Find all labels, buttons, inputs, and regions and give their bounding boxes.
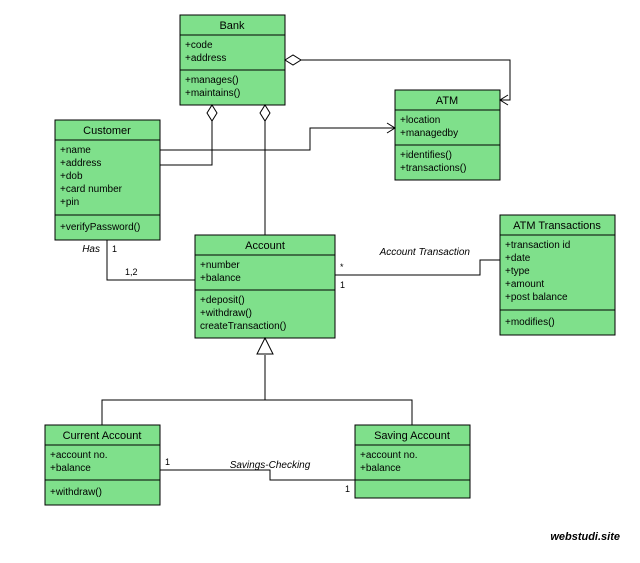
svg-text:Savings-Checking: Savings-Checking (230, 460, 311, 471)
svg-text:+post balance: +post balance (505, 292, 568, 303)
svg-text:*: * (340, 262, 344, 272)
svg-text:+location: +location (400, 115, 440, 126)
svg-text:1: 1 (112, 244, 117, 254)
class-atm-transactions: ATM Transactions +transaction id +date +… (500, 215, 615, 335)
uml-class-diagram: Bank +code +address +manages() +maintain… (0, 0, 640, 563)
class-current-account: Current Account +account no. +balance +w… (45, 425, 160, 505)
class-account: Account +number +balance +deposit() +wit… (195, 235, 335, 338)
saving-title: Saving Account (374, 430, 450, 442)
svg-text:+manages(): +manages() (185, 75, 239, 86)
svg-text:+account no.: +account no. (360, 450, 418, 461)
atm-trans-title: ATM Transactions (513, 220, 601, 232)
svg-text:+name: +name (60, 145, 91, 156)
customer-title: Customer (83, 125, 131, 137)
svg-text:+address: +address (185, 53, 226, 64)
svg-text:+amount: +amount (505, 279, 544, 290)
svg-text:+code: +code (185, 40, 213, 51)
svg-text:+account no.: +account no. (50, 450, 108, 461)
svg-text:+transactions(): +transactions() (400, 163, 466, 174)
svg-text:1: 1 (345, 484, 350, 494)
bank-title: Bank (219, 20, 245, 32)
svg-text:Has: Has (82, 244, 100, 255)
svg-text:1: 1 (165, 457, 170, 467)
svg-text:+managedby: +managedby (400, 128, 458, 139)
svg-text:1,2: 1,2 (125, 267, 138, 277)
connector-customer-account: Has 1 1,2 (82, 240, 195, 280)
svg-text:+withdraw(): +withdraw() (50, 487, 102, 498)
svg-text:+number: +number (200, 260, 240, 271)
svg-text:+address: +address (60, 158, 101, 169)
class-customer: Customer +name +address +dob +card numbe… (55, 120, 160, 240)
svg-text:+maintains(): +maintains() (185, 88, 240, 99)
svg-text:Account Transaction: Account Transaction (379, 247, 471, 258)
svg-text:+balance: +balance (50, 463, 91, 474)
connector-account-atmtrans: * 1 Account Transaction (335, 247, 500, 290)
connector-bank-customer (160, 105, 217, 165)
svg-text:+deposit(): +deposit() (200, 295, 245, 306)
svg-text:+withdraw(): +withdraw() (200, 308, 252, 319)
connector-savings-checking: 1 1 Savings-Checking (160, 457, 355, 494)
svg-text:+transaction id: +transaction id (505, 240, 570, 251)
svg-text:+modifies(): +modifies() (505, 317, 555, 328)
atm-title: ATM (436, 95, 458, 107)
watermark: webstudi.site (550, 531, 620, 543)
svg-text:+balance: +balance (200, 273, 241, 284)
class-saving-account: Saving Account +account no. +balance (355, 425, 470, 498)
svg-text:createTransaction(): createTransaction() (200, 321, 286, 332)
svg-text:+balance: +balance (360, 463, 401, 474)
connector-generalization (102, 338, 412, 425)
svg-text:+pin: +pin (60, 197, 79, 208)
connector-bank-account (260, 105, 270, 235)
svg-text:+dob: +dob (60, 171, 83, 182)
current-title: Current Account (63, 430, 142, 442)
svg-text:+verifyPassword(): +verifyPassword() (60, 222, 140, 233)
class-bank: Bank +code +address +manages() +maintain… (180, 15, 285, 105)
svg-text:+type: +type (505, 266, 530, 277)
connector-customer-atm (160, 123, 395, 150)
svg-text:+card number: +card number (60, 184, 123, 195)
svg-text:1: 1 (340, 280, 345, 290)
class-atm: ATM +location +managedby +identifies() +… (395, 90, 500, 180)
account-title: Account (245, 240, 285, 252)
svg-text:+identifies(): +identifies() (400, 150, 452, 161)
svg-text:+date: +date (505, 253, 531, 264)
